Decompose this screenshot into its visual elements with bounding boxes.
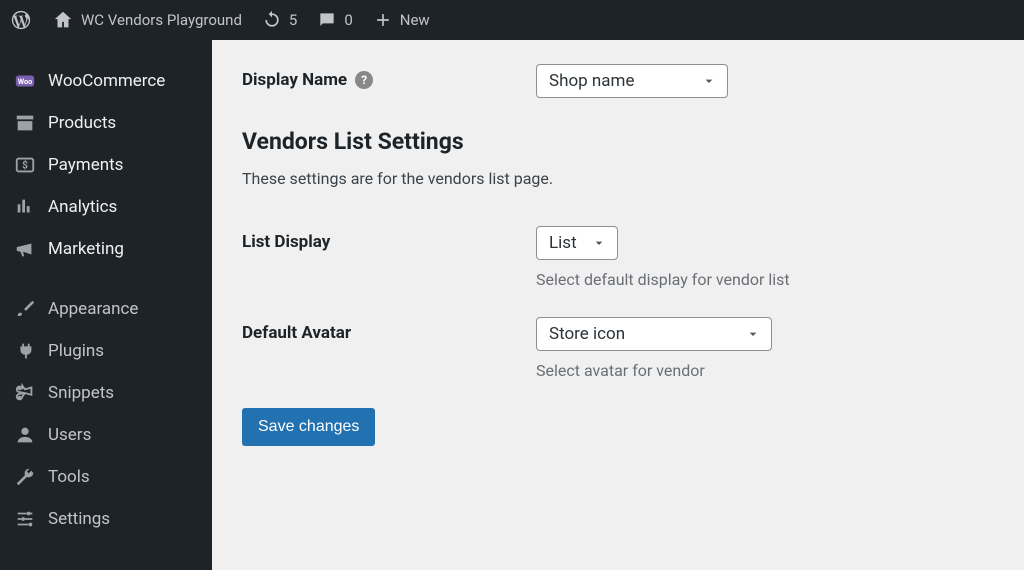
- new-link[interactable]: New: [373, 10, 430, 30]
- chevron-down-icon: [591, 235, 607, 251]
- sidebar-item-label: Tools: [48, 467, 90, 487]
- default-avatar-help: Select avatar for vendor: [536, 361, 994, 380]
- vendors-list-desc: These settings are for the vendors list …: [242, 169, 994, 188]
- svg-text:$: $: [22, 159, 28, 172]
- comments-count: 0: [344, 11, 352, 29]
- default-avatar-label: Default Avatar: [242, 323, 351, 343]
- brush-icon: [14, 298, 36, 320]
- home-icon: [52, 9, 74, 31]
- sidebar-item-label: WooCommerce: [48, 71, 165, 91]
- chart-icon: [14, 196, 36, 218]
- dollar-icon: $: [14, 154, 36, 176]
- updates-link[interactable]: 5: [262, 10, 297, 30]
- display-name-select[interactable]: Shop name: [536, 64, 728, 98]
- user-icon: [14, 424, 36, 446]
- sidebar-item-products[interactable]: Products: [0, 102, 212, 144]
- display-name-label: Display Name: [242, 70, 347, 90]
- plus-icon: [373, 10, 393, 30]
- chevron-down-icon: [701, 73, 717, 89]
- admin-sidebar: Woo WooCommerce Products $ Payments Anal…: [0, 40, 212, 570]
- new-label: New: [400, 11, 430, 29]
- archive-icon: [14, 112, 36, 134]
- sidebar-item-users[interactable]: Users: [0, 414, 212, 456]
- woocommerce-icon: Woo: [14, 70, 36, 92]
- sidebar-item-snippets[interactable]: Snippets: [0, 372, 212, 414]
- sidebar-item-woocommerce[interactable]: Woo WooCommerce: [0, 60, 212, 102]
- settings-panel: Display Name ? Shop name Vendors List Se…: [212, 40, 1024, 570]
- sidebar-item-label: Analytics: [48, 197, 117, 217]
- wordpress-icon: [10, 9, 32, 31]
- megaphone-icon: [14, 238, 36, 260]
- sidebar-item-label: Settings: [48, 509, 110, 529]
- chevron-down-icon: [745, 326, 761, 342]
- home-link[interactable]: WC Vendors Playground: [52, 9, 242, 31]
- default-avatar-select[interactable]: Store icon: [536, 317, 772, 351]
- list-display-label: List Display: [242, 232, 330, 252]
- default-avatar-value: Store icon: [549, 324, 625, 344]
- sidebar-separator: [0, 270, 212, 288]
- site-title: WC Vendors Playground: [81, 11, 242, 29]
- sidebar-item-plugins[interactable]: Plugins: [0, 330, 212, 372]
- scissors-icon: [14, 382, 36, 404]
- sidebar-item-label: Marketing: [48, 239, 124, 259]
- sidebar-item-payments[interactable]: $ Payments: [0, 144, 212, 186]
- svg-text:Woo: Woo: [18, 77, 33, 86]
- plug-icon: [14, 340, 36, 362]
- sidebar-item-label: Payments: [48, 155, 123, 175]
- sidebar-item-label: Snippets: [48, 383, 114, 403]
- comment-icon: [317, 10, 337, 30]
- sidebar-item-label: Appearance: [48, 299, 138, 319]
- sidebar-item-analytics[interactable]: Analytics: [0, 186, 212, 228]
- wp-logo[interactable]: [10, 9, 32, 31]
- list-display-select[interactable]: List: [536, 226, 618, 260]
- updates-count: 5: [289, 11, 297, 29]
- save-button[interactable]: Save changes: [242, 408, 375, 446]
- sidebar-item-label: Users: [48, 425, 91, 445]
- sidebar-item-label: Plugins: [48, 341, 104, 361]
- vendors-list-heading: Vendors List Settings: [242, 128, 994, 155]
- display-name-value: Shop name: [549, 71, 634, 91]
- sidebar-item-settings[interactable]: Settings: [0, 498, 212, 540]
- sidebar-item-appearance[interactable]: Appearance: [0, 288, 212, 330]
- list-display-help: Select default display for vendor list: [536, 270, 994, 289]
- sliders-icon: [14, 508, 36, 530]
- refresh-icon: [262, 10, 282, 30]
- admin-bar: WC Vendors Playground 5 0 New: [0, 0, 1024, 40]
- wrench-icon: [14, 466, 36, 488]
- sidebar-item-marketing[interactable]: Marketing: [0, 228, 212, 270]
- sidebar-item-tools[interactable]: Tools: [0, 456, 212, 498]
- sidebar-item-label: Products: [48, 113, 116, 133]
- comments-link[interactable]: 0: [317, 10, 352, 30]
- help-icon[interactable]: ?: [355, 71, 373, 89]
- list-display-value: List: [549, 233, 577, 253]
